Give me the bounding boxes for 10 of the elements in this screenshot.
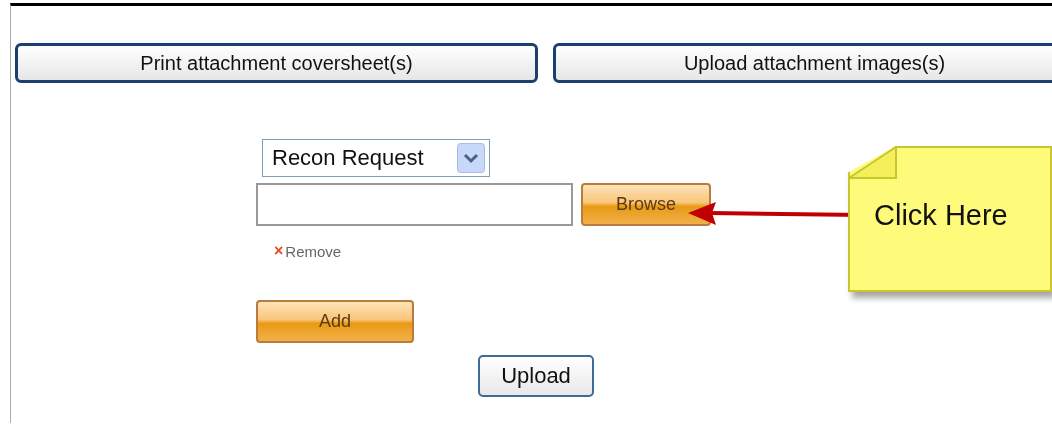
- dropdown-caret-icon: [457, 143, 485, 173]
- top-button[interactable]: Print attachment coversheet(s): [15, 43, 538, 83]
- upload-button[interactable]: Upload: [478, 355, 594, 397]
- callout-text: Click Here: [874, 198, 1008, 232]
- document-type-select[interactable]: Recon Request: [262, 139, 490, 177]
- browse-button[interactable]: Browse: [581, 183, 711, 226]
- file-path-field[interactable]: [256, 183, 573, 226]
- top-button[interactable]: Upload attachment images(s): [553, 43, 1052, 83]
- remove-link[interactable]: ×Remove: [274, 242, 342, 260]
- add-button[interactable]: Add: [256, 300, 414, 343]
